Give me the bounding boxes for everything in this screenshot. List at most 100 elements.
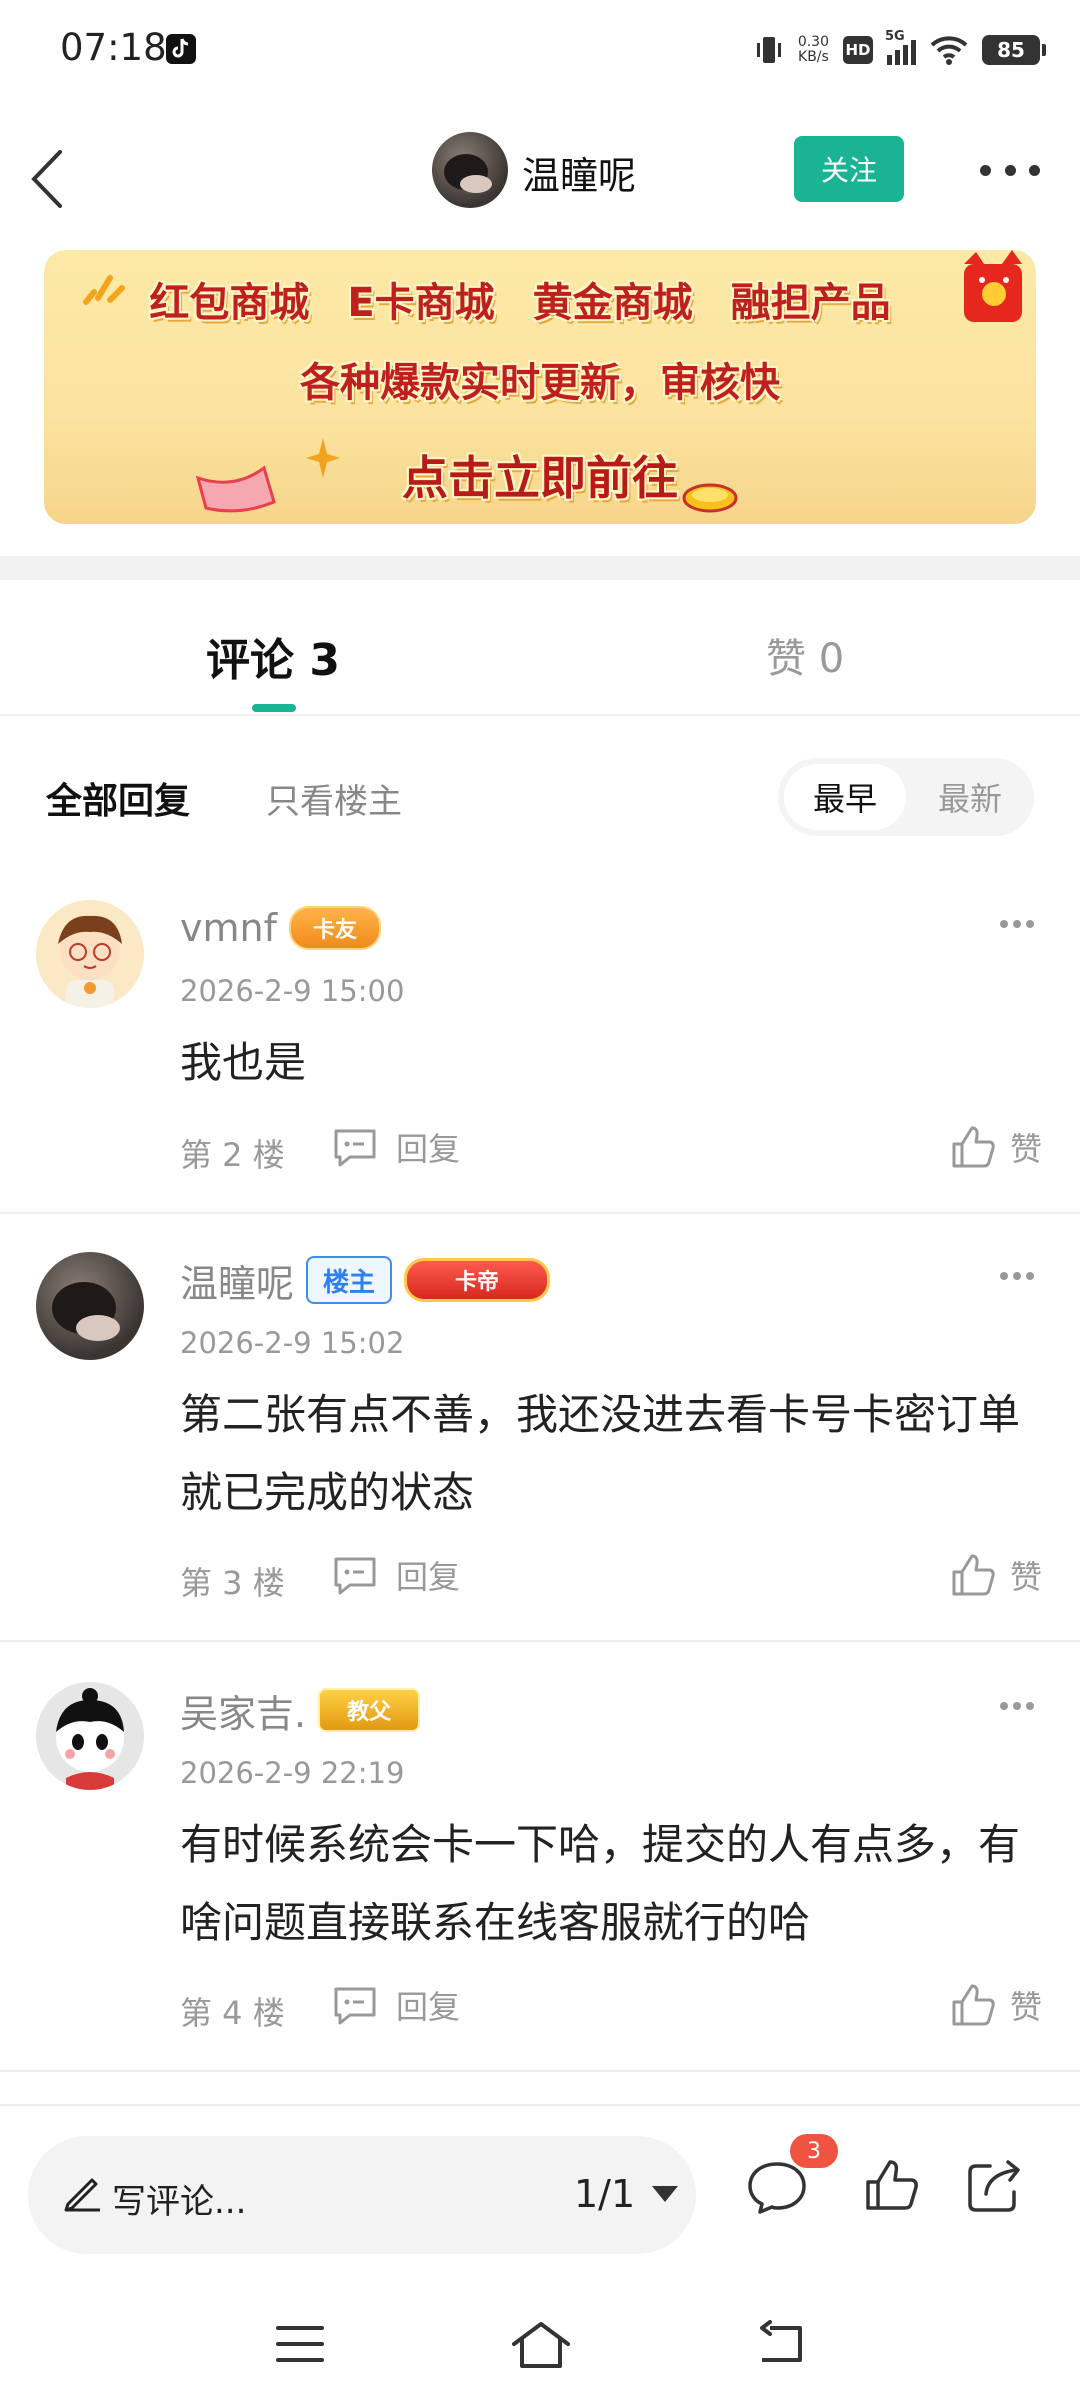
vibrate-icon <box>756 37 781 63</box>
comment-footer: 第 3 楼 回复 赞 <box>180 1552 1050 1602</box>
author-name[interactable]: 温瞳呢 <box>522 145 636 200</box>
red-envelope-mascot-icon <box>964 250 1022 322</box>
back-nav-icon[interactable] <box>756 2320 808 2368</box>
more-icon <box>1000 1702 1008 1710</box>
like-icon <box>952 1984 995 2026</box>
reply-label: 回复 <box>396 1558 461 1596</box>
write-comment-input[interactable]: 写评论... 1/1 <box>28 2136 696 2254</box>
like-icon <box>952 1126 995 1168</box>
sort-latest-button[interactable]: 最新 <box>912 764 1028 830</box>
net-speed: 0.30 KB/s <box>798 35 829 65</box>
comment-footer: 第 2 楼 回复 赞 <box>180 1124 1050 1174</box>
back-button[interactable] <box>20 130 90 210</box>
promo-banner[interactable]: 红包商城 E卡商城 黄金商城 融担产品 各种爆款实时更新，审核快 点击立即前往 <box>44 250 1036 524</box>
commenter-name-row: 温瞳呢 楼主 卡帝 <box>180 1252 551 1308</box>
network-type: 5G <box>885 29 905 44</box>
post-detail-page: { "status_bar": { "time": "07:18", "net_… <box>0 0 1080 2408</box>
commenter-name[interactable]: 吴家吉. <box>180 1683 306 1738</box>
comment-more-button[interactable] <box>1000 1702 1034 1712</box>
reply-label: 回复 <box>396 1988 461 2026</box>
reply-label: 回复 <box>396 1130 461 1168</box>
comment-text: 有时候系统会卡一下哈，提交的人有点多，有啥问题直接联系在线客服就行的哈 <box>180 1820 1021 1947</box>
header: 温瞳呢 关注 <box>0 120 1080 220</box>
bottom-action-bar: 写评论... 1/1 3 <box>0 2104 1080 2284</box>
op-badge: 楼主 <box>306 1256 393 1304</box>
commenter-avatar[interactable] <box>36 1682 144 1790</box>
comment-more-button[interactable] <box>1000 1272 1034 1282</box>
commenter-name[interactable]: vmnf <box>180 906 277 950</box>
commenter-name-row: vmnf 卡友 <box>180 900 381 956</box>
commenter-name[interactable]: 温瞳呢 <box>180 1253 294 1308</box>
comment-more-button[interactable] <box>1000 920 1034 930</box>
comment-item: 温瞳呢 楼主 卡帝 2026-2-9 15:02 第二张有点不善，我还没进去看卡… <box>0 1252 1080 1642</box>
reply-button[interactable]: 回复 <box>332 1552 460 1598</box>
sort-toggle: 最早 最新 <box>778 758 1034 836</box>
status-icons: 0.30 KB/s HD 5G 85 <box>754 28 1046 72</box>
author-avatar[interactable] <box>432 132 508 208</box>
floor-number: 第 4 楼 <box>180 1994 285 2032</box>
comment-footer: 第 4 楼 回复 赞 <box>180 1982 1050 2032</box>
back-icon <box>31 150 62 208</box>
banner-item: 红包商城 <box>149 280 310 326</box>
write-comment-placeholder: 写评论... <box>112 2182 247 2222</box>
comment-like-tabs: 评论 3 赞 0 <box>0 580 1080 716</box>
signal-icon: 5G <box>885 29 916 65</box>
banner-cta-row: 点击立即前往 <box>44 442 1036 508</box>
comment-time: 2026-2-9 15:02 <box>180 1326 405 1360</box>
like-icon[interactable] <box>864 2158 920 2212</box>
level-badge: 卡帝 <box>404 1258 551 1302</box>
chevron-down-icon[interactable] <box>652 2186 678 2202</box>
like-button[interactable]: 赞 <box>950 1552 1042 1598</box>
home-icon[interactable] <box>510 2320 572 2370</box>
status-time: 07:18 <box>60 26 167 69</box>
tab-comments[interactable]: 评论 3 <box>206 624 340 688</box>
filter-all-replies[interactable]: 全部回复 <box>46 772 190 824</box>
banner-item: 黄金商城 <box>532 280 693 326</box>
reply-button[interactable]: 回复 <box>332 1124 460 1170</box>
floor-number: 第 2 楼 <box>180 1136 285 1174</box>
comment-icon[interactable] <box>746 2158 808 2216</box>
comment-time: 2026-2-9 15:00 <box>180 974 405 1008</box>
net-speed-unit: KB/s <box>798 49 829 65</box>
level-badge: 教父 <box>318 1688 421 1732</box>
banner-subtitle: 各种爆款实时更新，审核快 <box>300 360 780 406</box>
wifi-icon <box>930 36 968 65</box>
pencil-icon <box>64 2178 100 2212</box>
more-icon <box>1000 920 1008 928</box>
like-button[interactable]: 赞 <box>950 1124 1042 1170</box>
commenter-avatar[interactable] <box>36 900 144 1008</box>
menu-icon[interactable] <box>274 2320 326 2368</box>
banner-item: E卡商城 <box>347 280 495 326</box>
share-icon[interactable] <box>966 2158 1026 2214</box>
tab-likes[interactable]: 赞 0 <box>766 626 844 684</box>
coin-icon <box>682 483 738 513</box>
more-icon <box>1000 1272 1008 1280</box>
more-options-button[interactable] <box>980 148 1040 192</box>
sort-earliest-button[interactable]: 最早 <box>784 764 906 830</box>
battery-indicator: 85 <box>982 35 1046 65</box>
floor-number: 第 3 楼 <box>180 1564 285 1602</box>
system-nav-bar <box>0 2284 1080 2408</box>
tab-active-indicator <box>252 704 296 712</box>
page-indicator[interactable]: 1/1 <box>574 2172 635 2216</box>
like-label: 赞 <box>1009 1130 1042 1168</box>
tiktok-icon <box>166 34 196 64</box>
follow-button[interactable]: 关注 <box>794 136 904 202</box>
net-speed-value: 0.30 <box>797 34 829 50</box>
commenter-avatar[interactable] <box>36 1252 144 1360</box>
like-icon <box>952 1554 995 1596</box>
filter-op-only[interactable]: 只看楼主 <box>266 774 402 823</box>
like-button[interactable]: 赞 <box>950 1982 1042 2028</box>
level-badge: 卡友 <box>288 906 381 950</box>
reply-button[interactable]: 回复 <box>332 1982 460 2028</box>
section-divider <box>0 556 1080 580</box>
comment-text: 第二张有点不善，我还没进去看卡号卡密订单就已完成的状态 <box>180 1390 1021 1517</box>
comment-count-badge: 3 <box>790 2134 838 2168</box>
banner-cta[interactable]: 点击立即前往 <box>402 451 678 505</box>
reply-icon <box>334 1557 376 1595</box>
status-bar: 07:18 0.30 KB/s HD 5G 85 <box>0 0 1080 100</box>
more-icon <box>980 164 991 176</box>
like-label: 赞 <box>1009 1558 1042 1596</box>
banner-item-row: 红包商城 E卡商城 黄金商城 融担产品 <box>44 270 1036 328</box>
hd-badge: HD <box>843 36 873 64</box>
